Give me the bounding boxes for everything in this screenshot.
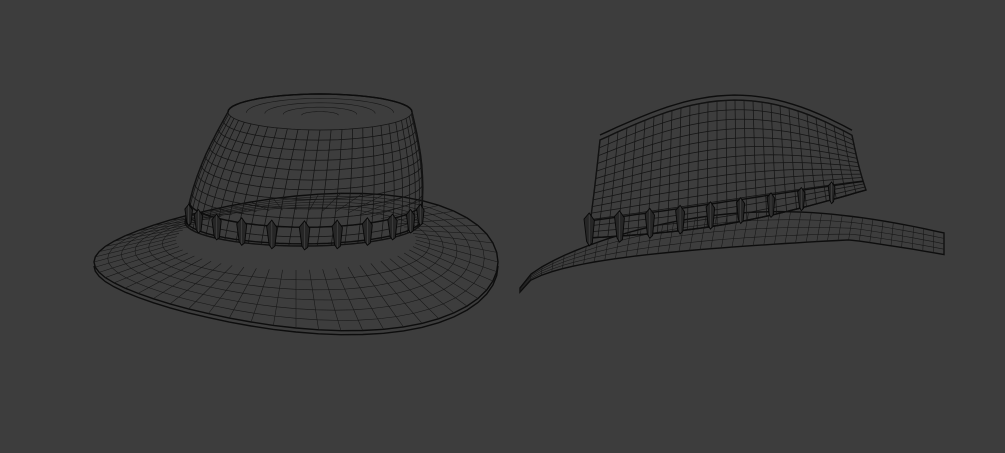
crown-meridian <box>637 120 646 235</box>
brim-spoke <box>403 252 479 299</box>
crown-meridian <box>815 117 827 202</box>
crown-ring <box>204 156 422 181</box>
brim-spoke <box>138 221 203 231</box>
crown-top-ring <box>264 102 376 114</box>
crown-meridian <box>686 105 691 230</box>
crown-meridian <box>743 100 748 221</box>
crown-ring <box>227 111 413 131</box>
crown-meridian <box>597 135 610 238</box>
crown-meridian <box>696 103 700 229</box>
hat-front-view[interactable] <box>93 93 499 336</box>
brim-spoke <box>153 260 212 299</box>
crown-meridian <box>752 100 758 219</box>
brim-spoke <box>137 258 203 294</box>
brim-spoke <box>389 258 455 314</box>
crown-ring <box>208 146 420 171</box>
brim-spoke <box>208 266 245 314</box>
crown-meridian <box>316 129 332 246</box>
brim-ring <box>519 227 945 291</box>
brim-spoke <box>397 255 468 307</box>
crown-meridian <box>806 114 817 204</box>
crown-meridian <box>627 123 637 236</box>
crown-top-ring <box>282 106 358 115</box>
crown-meridian <box>761 102 768 217</box>
crown-meridian <box>779 105 787 212</box>
brim-spoke <box>636 229 642 256</box>
crown-meridian <box>725 100 728 225</box>
crown-ring <box>213 138 419 161</box>
crown-meridian <box>657 113 664 234</box>
brim-spoke <box>229 268 257 319</box>
crown-meridian <box>344 128 353 245</box>
brim-spoke <box>409 229 487 235</box>
viewport-3d[interactable] <box>0 0 1005 453</box>
crown-ring <box>222 120 415 141</box>
crown-ring <box>200 165 423 191</box>
brim-spoke <box>412 233 493 244</box>
crown-meridian <box>205 122 245 236</box>
crown-meridian <box>188 116 232 228</box>
crown-top-ring <box>246 98 394 113</box>
brim-spoke <box>380 261 440 319</box>
hat-side-view[interactable] <box>519 94 945 294</box>
crown-meridian <box>274 129 299 246</box>
brim-spoke <box>359 265 404 328</box>
crown-meridian <box>788 108 797 210</box>
wireframe-scene <box>93 93 945 336</box>
brim-spoke <box>415 239 499 263</box>
brim-spoke <box>105 249 183 278</box>
brim-spoke <box>370 263 423 324</box>
crown-top-ring <box>301 111 339 116</box>
crown-meridian <box>667 110 673 233</box>
